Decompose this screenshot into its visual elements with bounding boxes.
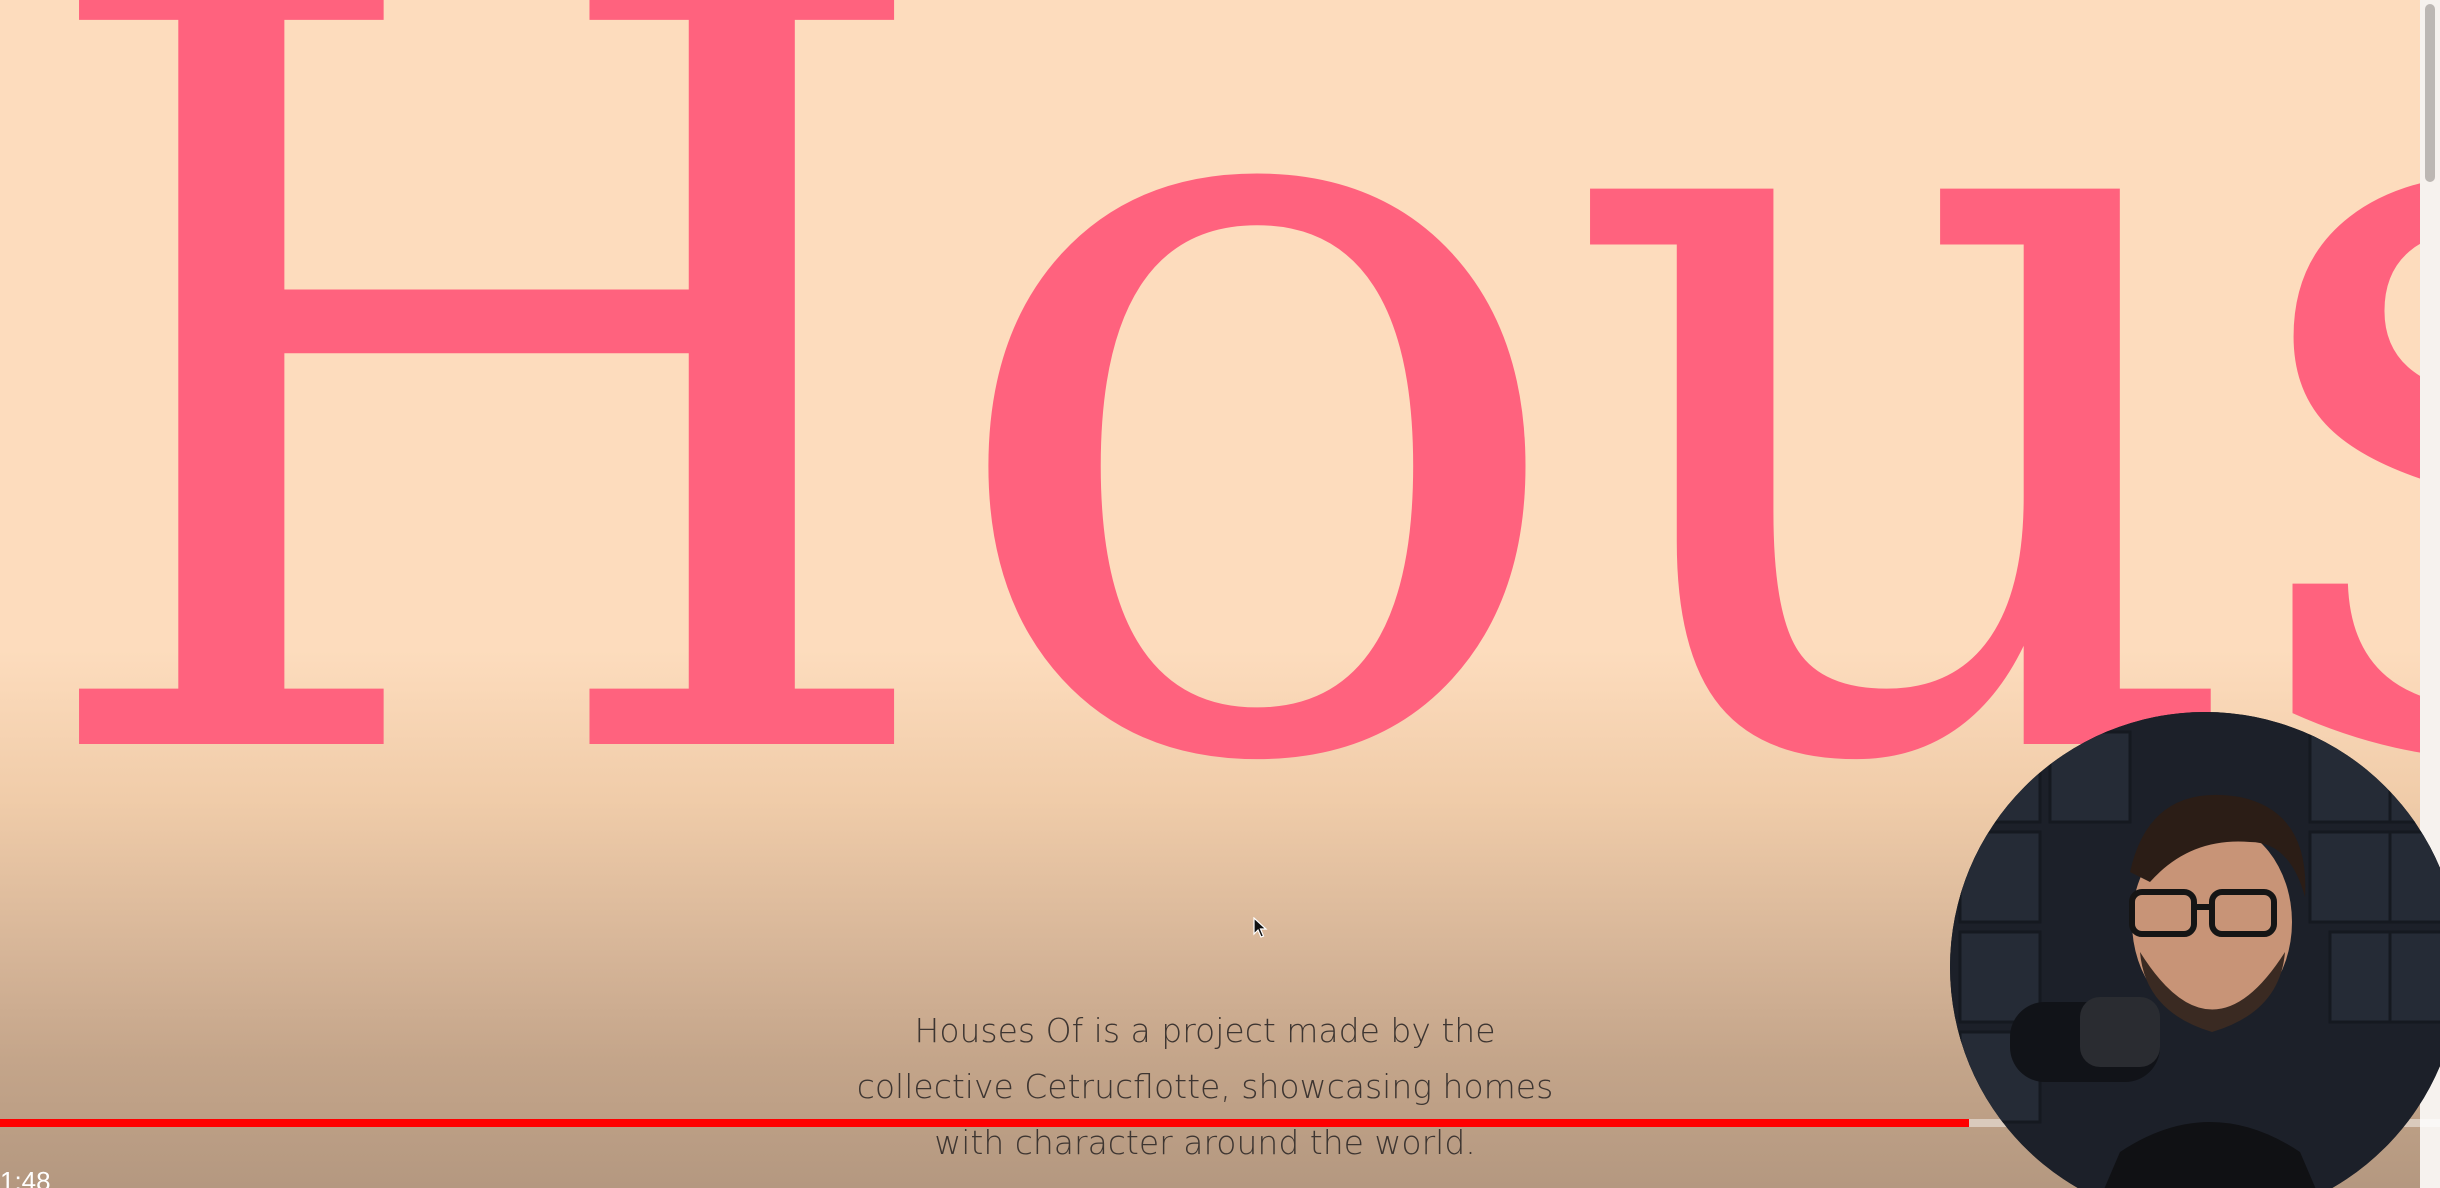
webpage-viewport: Houses Houses Of is a project made by th… [0,0,2440,1188]
scrollbar-thumb[interactable] [2425,4,2435,182]
video-progress-fill [0,1119,1970,1127]
mouse-pointer-icon [1253,917,1268,938]
description-line: Houses Of is a project made by the [914,1011,1496,1050]
project-description: Houses Of is a project made by the colle… [790,1003,1620,1171]
description-line: collective Cetrucflotte, showcasing home… [856,1067,1554,1106]
video-time-display: 1:48 [0,1166,51,1188]
description-line: with character around the world. [934,1123,1476,1162]
